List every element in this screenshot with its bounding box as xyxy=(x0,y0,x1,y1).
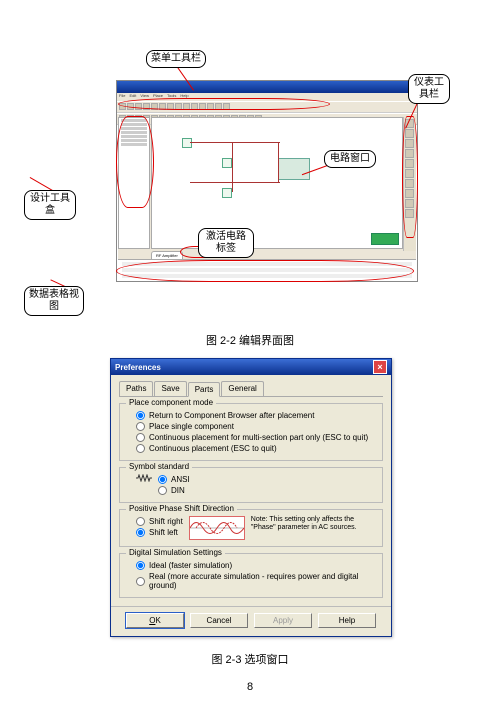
opt-multi-section[interactable]: Continuous placement for multi-section p… xyxy=(128,432,374,443)
opt-return-browser[interactable]: Return to Component Browser after placem… xyxy=(128,410,374,421)
vendor-logo xyxy=(371,233,399,245)
callout-design-toolbox: 设计工具盒 xyxy=(24,190,76,220)
radio-return-browser[interactable] xyxy=(136,411,145,420)
dialog-buttons: OK Cancel Apply Help xyxy=(111,606,391,636)
app-toolbar-1[interactable] xyxy=(117,101,417,113)
page-number: 8 xyxy=(0,681,500,693)
radio-continuous[interactable] xyxy=(136,444,145,453)
group-legend: Place component mode xyxy=(126,398,216,407)
active-circuit-tab[interactable]: RF Amplifier xyxy=(151,251,183,259)
apply-button[interactable]: Apply xyxy=(254,613,312,628)
callout-active-tab: 激活电路标签 xyxy=(198,228,254,258)
preferences-dialog: Preferences × Paths Save Parts General P… xyxy=(110,358,392,637)
tab-general[interactable]: General xyxy=(221,381,263,396)
radio-multi-section[interactable] xyxy=(136,433,145,442)
resistor-icon xyxy=(136,474,152,484)
figure-2-2: 菜单工具栏 仪表工具栏 设计工具盒 电路窗口 激活电路标签 数据表格视图 Fil… xyxy=(30,60,450,320)
circuit-canvas[interactable] xyxy=(151,117,403,249)
opt-continuous[interactable]: Continuous placement (ESC to quit) xyxy=(128,443,374,454)
figure-2-3-caption: 图 2-3 选项窗口 xyxy=(110,651,390,667)
help-button[interactable]: Help xyxy=(318,613,376,628)
opt-real[interactable]: Real (more accurate simulation - require… xyxy=(128,571,374,591)
callout-spreadsheet-view: 数据表格视图 xyxy=(24,286,84,316)
group-phase-shift: Positive Phase Shift Direction Shift rig… xyxy=(119,509,383,547)
tab-paths[interactable]: Paths xyxy=(119,381,153,396)
radio-real[interactable] xyxy=(136,577,145,586)
radio-shift-left[interactable] xyxy=(136,528,145,537)
opt-ideal[interactable]: Ideal (faster simulation) xyxy=(128,560,374,571)
opt-din[interactable]: DIN xyxy=(158,485,190,496)
close-icon[interactable]: × xyxy=(373,360,387,374)
radio-place-single[interactable] xyxy=(136,422,145,431)
group-symbol-standard: Symbol standard ANSI DIN xyxy=(119,467,383,503)
callout-circuit-window: 电路窗口 xyxy=(324,150,376,168)
dialog-tabs: Paths Save Parts General xyxy=(119,381,383,397)
design-toolbox-panel[interactable] xyxy=(118,117,150,249)
radio-ideal[interactable] xyxy=(136,561,145,570)
cancel-button[interactable]: Cancel xyxy=(190,613,248,628)
instrument-toolbar[interactable] xyxy=(403,117,416,251)
circuit-tabs[interactable]: RF Amplifier xyxy=(151,249,403,259)
phase-note: Note: This setting only affects the "Pha… xyxy=(251,516,361,531)
group-legend: Positive Phase Shift Direction xyxy=(126,504,237,513)
eda-app-window: FileEditViewPlaceToolsHelp xyxy=(116,80,418,282)
tab-save[interactable]: Save xyxy=(154,381,186,396)
radio-shift-right[interactable] xyxy=(136,517,145,526)
figure-2-2-caption: 图 2-2 编辑界面图 xyxy=(0,332,500,348)
radio-ansi[interactable] xyxy=(158,475,167,484)
figure-2-3: Preferences × Paths Save Parts General P… xyxy=(110,358,390,667)
group-legend: Symbol standard xyxy=(126,462,192,471)
callout-instrument-bar: 仪表工具栏 xyxy=(408,74,450,104)
dialog-titlebar: Preferences × xyxy=(111,359,391,375)
group-legend: Digital Simulation Settings xyxy=(126,548,225,557)
sine-preview-icon xyxy=(189,516,245,540)
group-digital-sim: Digital Simulation Settings Ideal (faste… xyxy=(119,553,383,598)
opt-ansi[interactable]: ANSI xyxy=(158,474,190,485)
callout-menu-bar: 菜单工具栏 xyxy=(146,50,206,68)
spreadsheet-view-panel[interactable] xyxy=(118,259,416,280)
ok-button[interactable]: OK xyxy=(126,613,184,628)
app-titlebar xyxy=(117,81,417,93)
app-menubar[interactable]: FileEditViewPlaceToolsHelp xyxy=(117,93,417,101)
opt-shift-right[interactable]: Shift right xyxy=(136,516,183,527)
tab-parts[interactable]: Parts xyxy=(188,382,221,397)
radio-din[interactable] xyxy=(158,486,167,495)
opt-place-single[interactable]: Place single component xyxy=(128,421,374,432)
opt-shift-left[interactable]: Shift left xyxy=(136,527,183,538)
group-place-mode: Place component mode Return to Component… xyxy=(119,403,383,461)
dialog-title: Preferences xyxy=(115,363,161,372)
